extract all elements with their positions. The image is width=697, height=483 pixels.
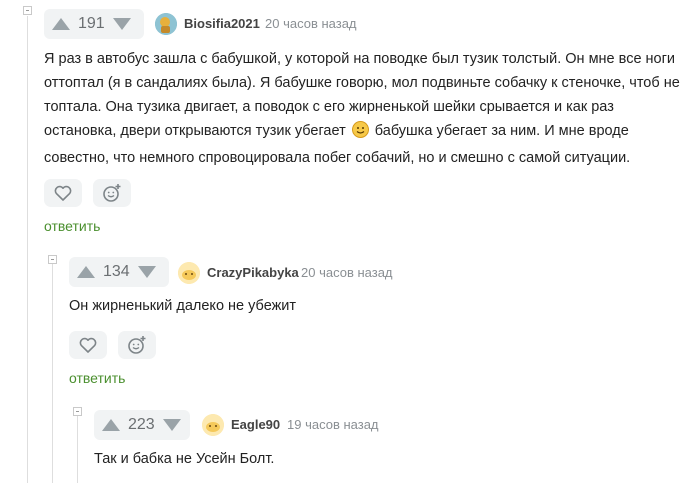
comment-text: Он жирненький далеко не убежит [69,294,669,318]
emoji-add-icon [128,336,146,354]
like-button[interactable] [44,179,82,207]
like-button[interactable] [69,331,107,359]
heart-icon [54,185,72,201]
avatar[interactable] [155,13,177,35]
comment-text: Так и бабка не Усейн Болт. [94,447,674,471]
emoji-add-icon [103,184,121,202]
collapse-icon[interactable] [73,407,82,416]
rating-widget: 191 [44,9,144,39]
heart-icon [79,337,97,353]
username[interactable]: Eagle90 [231,417,280,432]
comment-line: остановка, двери открываются тузик убега… [44,119,684,146]
thread-line [52,260,53,483]
arrow-up-icon[interactable] [77,266,95,278]
rating-count: 191 [78,15,105,32]
rating-count: 134 [103,263,130,280]
comment-line: Он жирненький далеко не убежит [69,298,297,314]
username[interactable]: Biosifia2021 [184,16,260,31]
arrow-down-icon[interactable] [162,419,181,431]
reply-link[interactable]: ответить [69,370,125,386]
comment-line-part: бабушка убегает за ним. И мне вроде [374,123,629,139]
comment-line-part: остановка, двери открываются тузик убега… [44,123,346,139]
comment-line: совестно, что немного спровоцировала поб… [44,150,631,166]
avatar[interactable] [202,414,224,436]
timestamp[interactable]: 20 часов назад [301,265,393,280]
timestamp[interactable]: 19 часов назад [287,417,379,432]
comment-line: Я раз в автобус зашла с бабушкой, у кото… [44,51,675,67]
thread-line [27,16,28,483]
rating-count: 223 [128,416,155,433]
comment-line: оттоптал (я в сандалиях была). Я бабушке… [44,75,680,91]
avatar[interactable] [178,262,200,284]
reply-link[interactable]: ответить [44,218,100,234]
arrow-up-icon[interactable] [52,18,70,30]
timestamp[interactable]: 20 часов назад [265,16,357,31]
arrow-up-icon[interactable] [102,419,120,431]
comment-line: Так и бабка не Усейн Болт. [94,451,275,467]
thread-line [77,412,78,483]
arrow-down-icon[interactable] [112,18,131,30]
collapse-icon[interactable] [23,6,32,15]
collapse-icon[interactable] [48,255,57,264]
smiley-icon [351,121,369,146]
rating-widget: 223 [94,410,190,440]
comment-text: Я раз в автобус зашла с бабушкой, у кото… [44,47,684,170]
username[interactable]: CrazyPikabyka [207,265,299,280]
arrow-down-icon[interactable] [137,266,156,278]
add-reaction-button[interactable] [118,331,156,359]
rating-widget: 134 [69,257,169,287]
comment-line: топтала. Она тузика двигает, а поводок с… [44,99,614,115]
add-reaction-button[interactable] [93,179,131,207]
